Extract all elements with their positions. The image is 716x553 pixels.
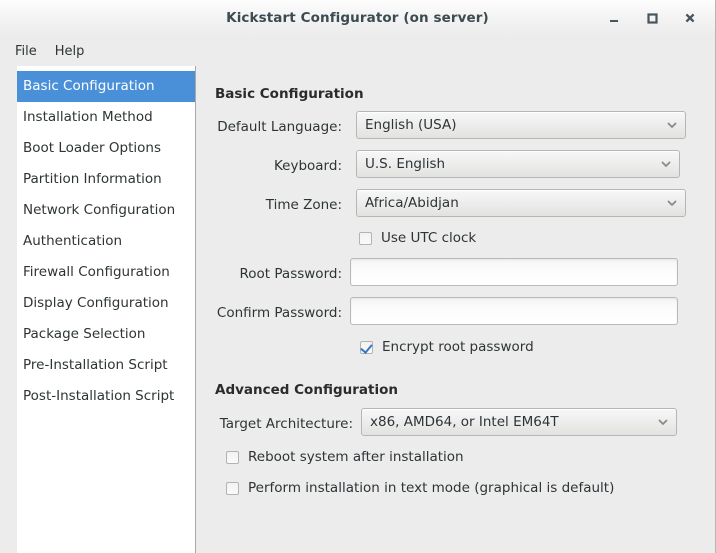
menu-help[interactable]: Help [46,41,94,62]
window-controls [595,0,709,36]
chevron-down-icon [659,197,685,209]
keyboard-label: Keyboard: [273,158,342,174]
default-language-label: Default Language: [217,119,342,135]
menu-bar: File Help [0,36,715,66]
sidebar-item-authentication[interactable]: Authentication [17,226,195,257]
window-title: Kickstart Configurator (on server) [226,10,489,26]
root-password-label: Root Password: [239,266,342,282]
sidebar-item-package-selection[interactable]: Package Selection [17,319,195,350]
sidebar-item-firewall-configuration[interactable]: Firewall Configuration [17,257,195,288]
title-bar: Kickstart Configurator (on server) [0,0,715,36]
application-window: Kickstart Configurator (on server) File … [0,0,716,553]
sidebar-item-boot-loader-options[interactable]: Boot Loader Options [17,133,195,164]
settings-pane: Basic Configuration Default Language: En… [196,66,715,553]
encrypt-root-password-checkbox-row[interactable]: Encrypt root password [360,339,534,355]
menu-file[interactable]: File [6,41,46,62]
keyboard-value: U.S. English [365,156,446,172]
target-architecture-value: x86, AMD64, or Intel EM64T [370,414,559,430]
sidebar-item-basic-configuration[interactable]: Basic Configuration [17,71,195,102]
confirm-password-input[interactable] [350,297,678,325]
confirm-password-label: Confirm Password: [216,305,342,321]
encrypt-root-password-label: Encrypt root password [382,339,534,355]
time-zone-label: Time Zone: [265,197,342,213]
chevron-down-icon [650,416,676,428]
text-mode-install-checkbox-row[interactable]: Perform installation in text mode (graph… [226,480,614,496]
reboot-after-install-checkbox[interactable] [226,450,239,464]
minimize-button[interactable] [595,3,633,33]
maximize-icon [647,13,658,24]
basic-configuration-heading: Basic Configuration [215,86,364,102]
default-language-dropdown[interactable]: English (USA) [356,111,686,139]
close-button[interactable] [671,3,709,33]
use-utc-clock-label: Use UTC clock [381,230,477,246]
keyboard-dropdown[interactable]: U.S. English [356,150,680,178]
text-mode-install-label: Perform installation in text mode (graph… [248,480,615,496]
maximize-button[interactable] [633,3,671,33]
sidebar-item-pre-installation-script[interactable]: Pre-Installation Script [17,350,195,381]
sidebar-item-network-configuration[interactable]: Network Configuration [17,195,195,226]
default-language-value: English (USA) [365,117,457,133]
sidebar-item-display-configuration[interactable]: Display Configuration [17,288,195,319]
minimize-icon [610,20,618,22]
root-password-input[interactable] [350,258,678,286]
use-utc-clock-checkbox[interactable] [359,231,372,245]
sidebar-item-post-installation-script[interactable]: Post-Installation Script [17,381,195,412]
time-zone-value: Africa/Abidjan [365,195,459,211]
sidebar-item-partition-information[interactable]: Partition Information [17,164,195,195]
use-utc-clock-checkbox-row[interactable]: Use UTC clock [359,230,476,246]
target-architecture-label: Target Architecture: [219,416,353,432]
navigation-sidebar: Basic Configuration Installation Method … [17,66,196,553]
text-mode-install-checkbox[interactable] [226,481,239,495]
reboot-after-install-checkbox-row[interactable]: Reboot system after installation [226,449,464,465]
chevron-down-icon [653,158,679,170]
sidebar-item-installation-method[interactable]: Installation Method [17,102,195,133]
target-architecture-dropdown[interactable]: x86, AMD64, or Intel EM64T [361,408,677,436]
advanced-configuration-heading: Advanced Configuration [215,382,398,398]
encrypt-root-password-checkbox[interactable] [360,340,373,354]
close-icon [685,13,695,23]
chevron-down-icon [659,119,685,131]
reboot-after-install-label: Reboot system after installation [248,449,464,465]
content-area: Basic Configuration Installation Method … [0,66,715,553]
time-zone-dropdown[interactable]: Africa/Abidjan [356,189,686,217]
